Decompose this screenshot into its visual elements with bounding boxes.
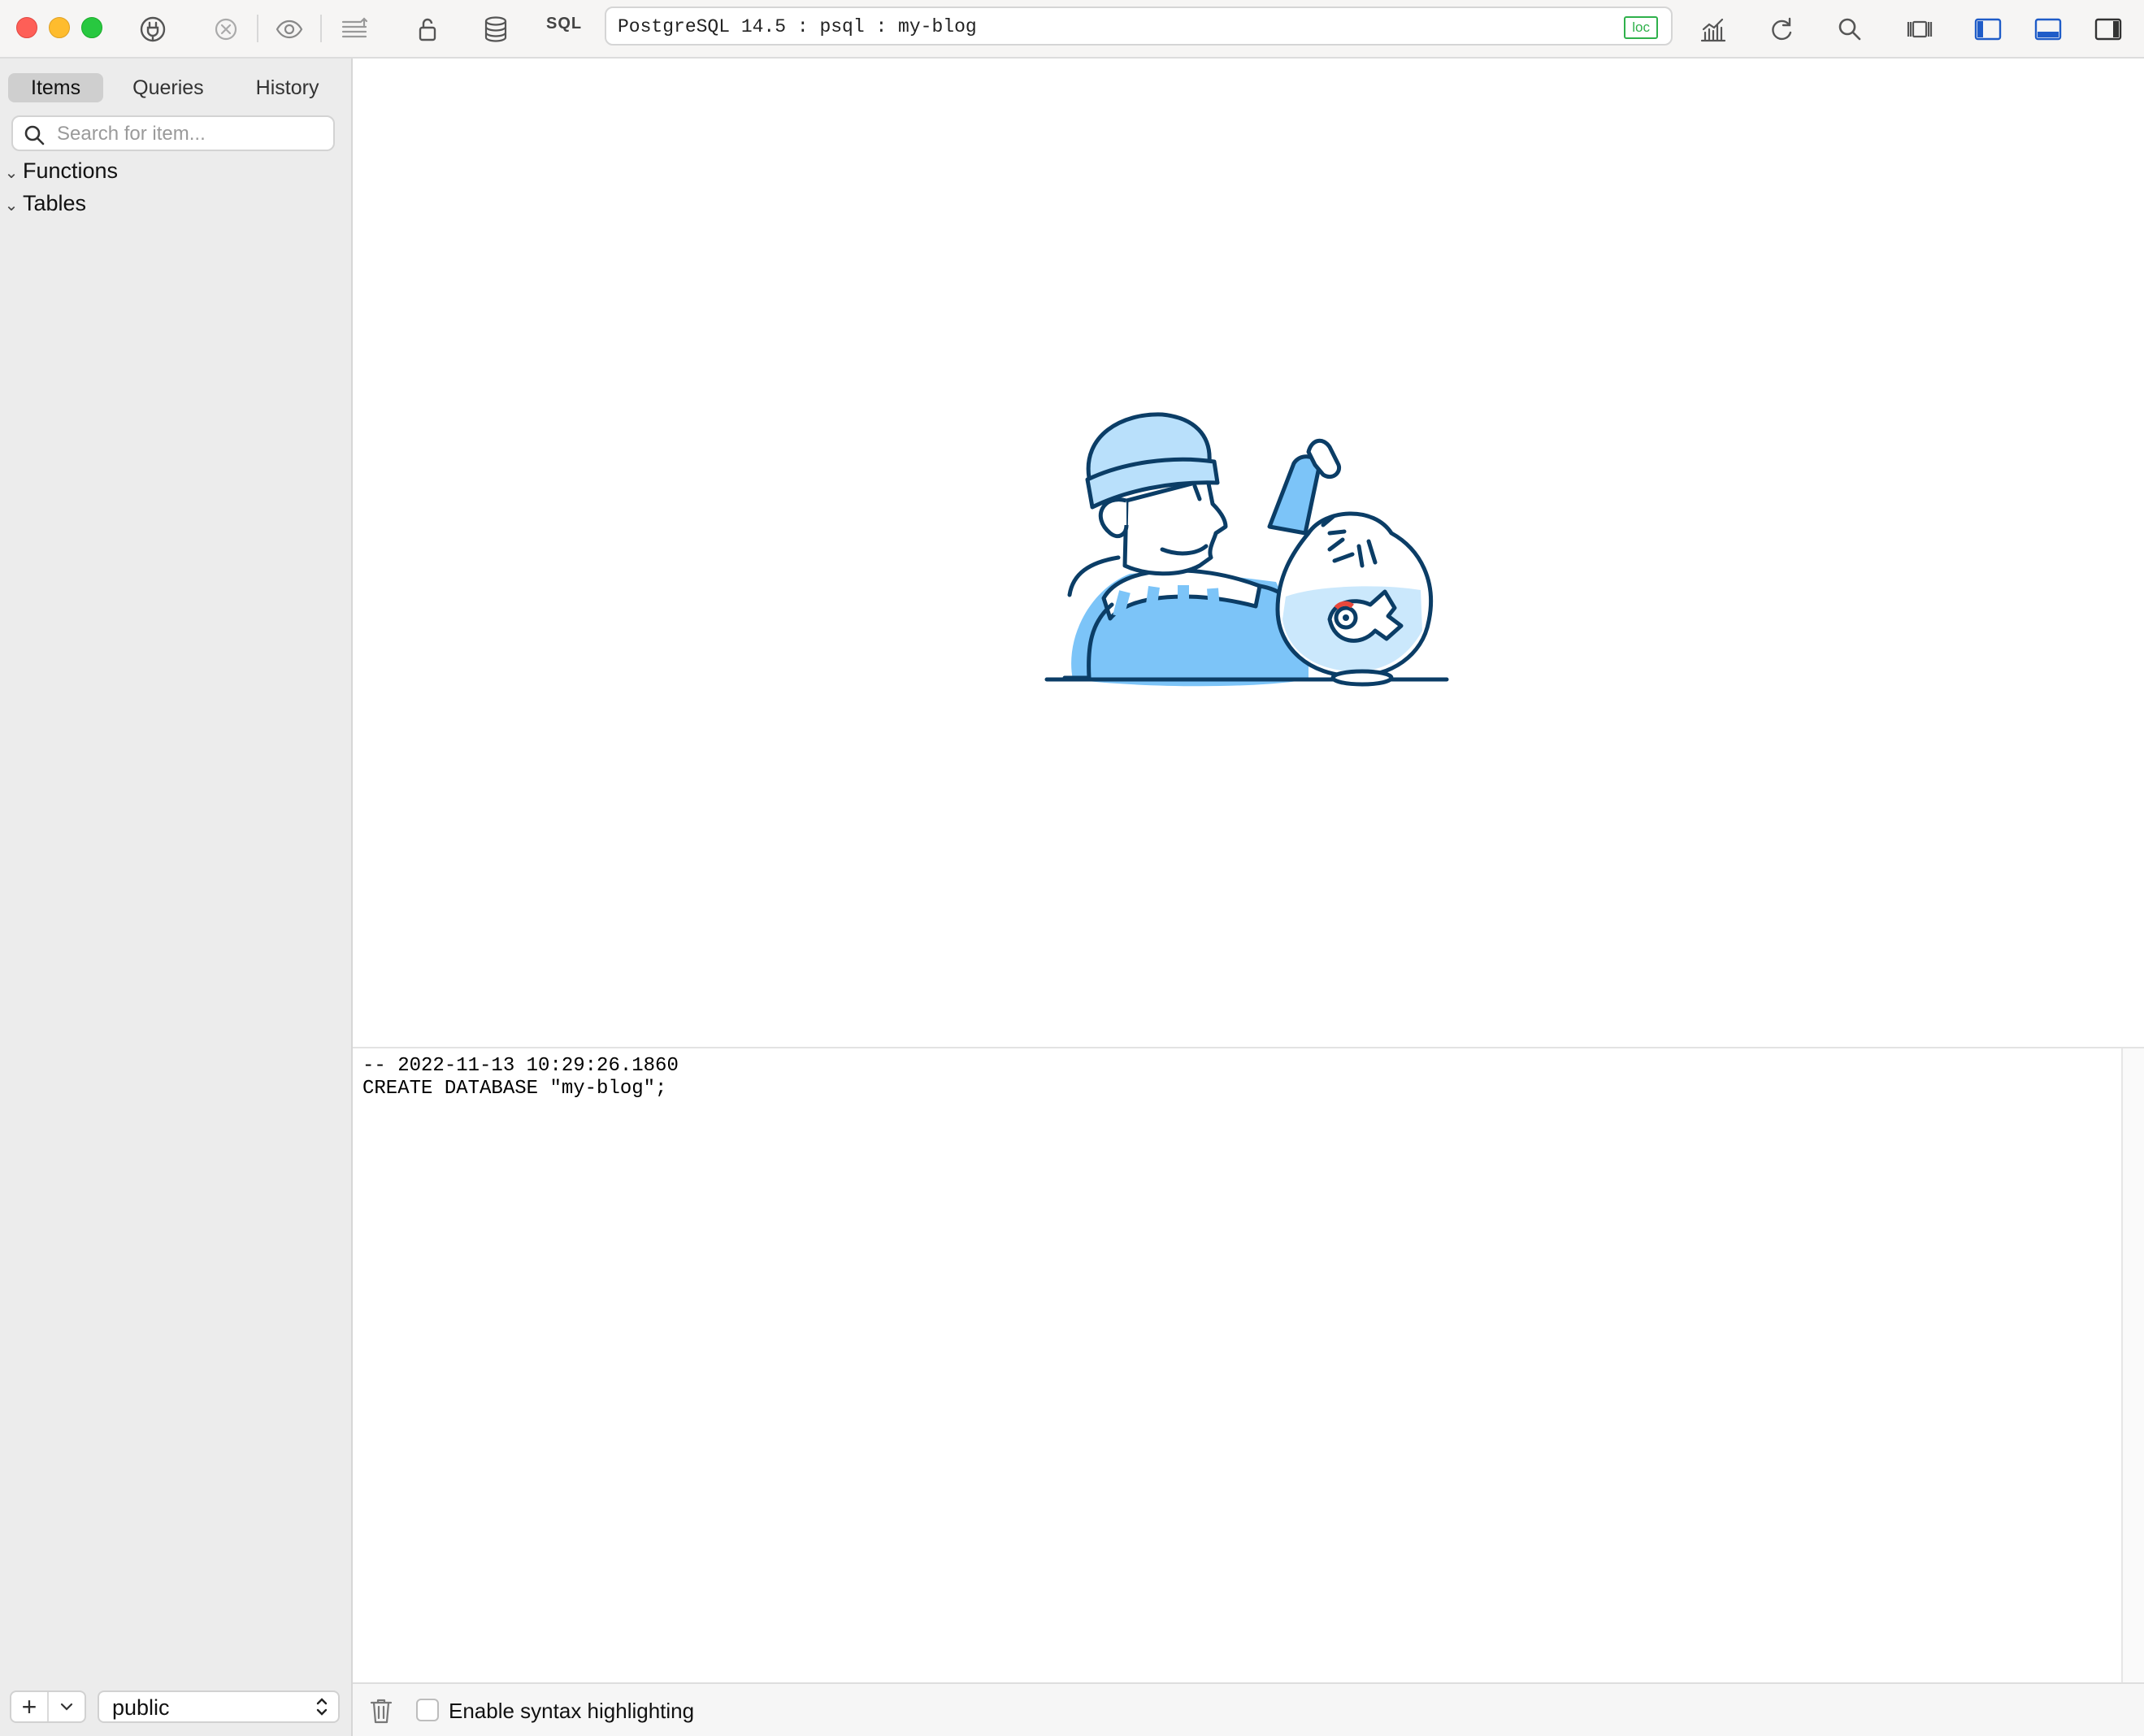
search-box (11, 115, 335, 151)
sidebar-tabs: Items Queries History (8, 73, 341, 102)
connection-label: PostgreSQL 14.5 : psql : my-blog (618, 16, 977, 37)
toolbar: SQL PostgreSQL 14.5 : psql : my-blog loc (0, 0, 2144, 59)
search-icon (24, 125, 45, 145)
sidebar: Items Queries History ⌄Functions ⌄Tables… (0, 59, 353, 1736)
database-icon[interactable] (476, 10, 515, 49)
schema-select[interactable]: public (98, 1690, 340, 1723)
tab-history[interactable]: History (233, 73, 342, 102)
sql-console[interactable]: -- 2022-11-13 10:29:26.1860 CREATE DATAB… (353, 1047, 2144, 1682)
tree-item-label: Functions (23, 158, 119, 183)
empty-state-illustration (1044, 412, 1449, 687)
add-item-control: + (10, 1690, 86, 1723)
sidebar-footer: + public (0, 1679, 351, 1736)
environment-tag: loc (1624, 16, 1658, 39)
preview-eye-icon[interactable] (270, 10, 309, 49)
chart-icon[interactable] (1694, 10, 1733, 49)
add-button[interactable]: + (11, 1692, 47, 1721)
tree-item-label: Tables (23, 191, 87, 215)
console-footer: Enable syntax highlighting (353, 1682, 2144, 1736)
minimize-window-button[interactable] (49, 17, 70, 38)
tree-item-functions[interactable]: ⌄ Functions (0, 156, 118, 185)
sql-button[interactable]: SQL (546, 15, 582, 33)
split-view-icon[interactable] (1900, 10, 1939, 49)
schema-value: public (112, 1695, 170, 1720)
toolbar-separator (257, 15, 258, 42)
tree-item-tables[interactable]: ⌄ Tables (0, 189, 86, 218)
toggle-sidebar-icon[interactable] (1968, 10, 2007, 49)
search-icon[interactable] (1830, 10, 1869, 49)
trash-icon[interactable] (369, 1697, 393, 1725)
up-down-chevron-icon (316, 1698, 328, 1716)
console-log: -- 2022-11-13 10:29:26.1860 CREATE DATAB… (362, 1055, 679, 1100)
toolbar-separator (320, 15, 322, 42)
tab-queries[interactable]: Queries (110, 73, 227, 102)
stack-icon[interactable] (335, 10, 374, 49)
close-window-button[interactable] (16, 17, 37, 38)
lock-icon[interactable] (408, 10, 447, 49)
toggle-right-panel-icon[interactable] (2089, 10, 2128, 49)
chevron-down-icon[interactable]: ⌄ (0, 158, 23, 188)
toggle-console-icon[interactable] (2029, 10, 2068, 49)
zoom-window-button[interactable] (81, 17, 102, 38)
refresh-icon[interactable] (1762, 10, 1801, 49)
chevron-down-icon[interactable]: ⌄ (0, 191, 23, 220)
cancel-icon[interactable] (206, 10, 245, 49)
connection-address-bar[interactable]: PostgreSQL 14.5 : psql : my-blog loc (605, 7, 1673, 46)
syntax-highlight-label: Enable syntax highlighting (449, 1699, 695, 1723)
syntax-highlight-checkbox[interactable] (416, 1699, 439, 1721)
tab-items[interactable]: Items (8, 73, 104, 102)
console-scrollbar[interactable] (2121, 1048, 2144, 1682)
search-input[interactable] (55, 120, 327, 148)
add-menu-chevron-icon[interactable] (47, 1692, 85, 1721)
connection-plug-icon[interactable] (133, 10, 172, 49)
